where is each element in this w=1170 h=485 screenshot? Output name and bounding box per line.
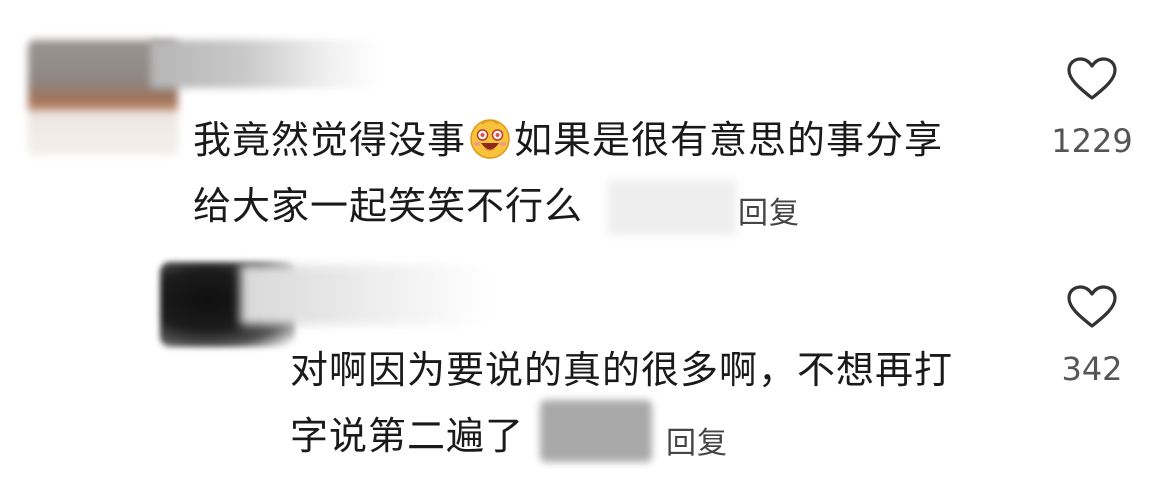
reply-button[interactable]: 回复 — [738, 188, 800, 232]
comment-text-line: 给大家一起笑笑不行么 — [193, 184, 584, 228]
redacted-area — [540, 400, 652, 462]
laughing-face-emoji-icon — [468, 113, 512, 159]
like-count: 1229 — [1051, 122, 1133, 160]
heart-outline-icon — [1067, 57, 1117, 100]
username[interactable] — [240, 265, 490, 325]
comment-text-line: 字说第二遍了 — [290, 414, 525, 458]
like-button[interactable] — [1066, 56, 1118, 102]
heart-outline-icon — [1067, 285, 1117, 328]
comment-text-line: 对啊因为要说的真的很多啊，不想再打 — [290, 348, 954, 392]
reply-button[interactable]: 回复 — [666, 418, 728, 462]
like-button[interactable] — [1066, 284, 1118, 330]
username[interactable] — [150, 40, 380, 88]
comment-text-segment: 如果是很有意思的事分享 — [514, 118, 944, 162]
comment-text-segment: 我竟然觉得没事 — [193, 118, 467, 162]
redacted-area — [608, 180, 736, 235]
comment-text: 对啊因为要说的真的很多啊，不想再打 字说第二遍了 — [290, 337, 1020, 469]
comment-text: 我竟然觉得没事 如果是很有意思的事分享 给大家一起笑笑不行么 — [193, 107, 1013, 239]
like-count: 342 — [1061, 350, 1123, 388]
